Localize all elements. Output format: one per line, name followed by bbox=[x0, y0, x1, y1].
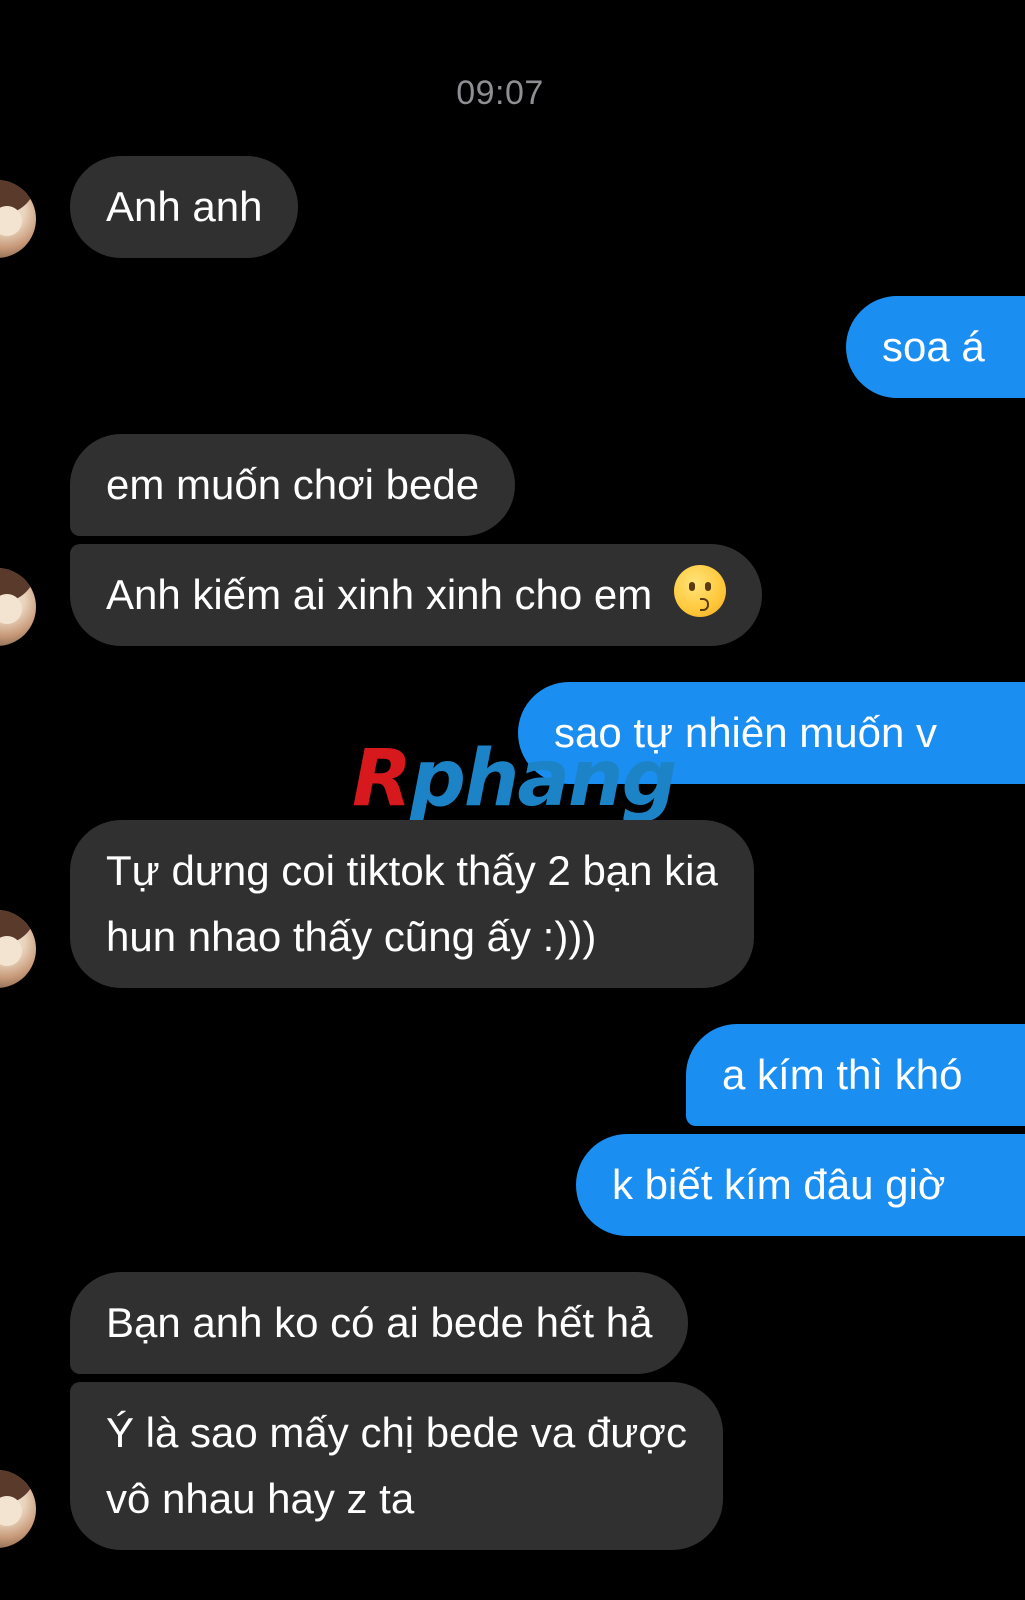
message-bubble-outgoing[interactable]: soa á bbox=[846, 296, 1025, 398]
message-text: k biết kím đâu giờ bbox=[612, 1161, 946, 1208]
message-bubble-incoming[interactable]: Tự dưng coi tiktok thấy 2 bạn kia hun nh… bbox=[70, 820, 754, 988]
message-text-line: Ý là sao mấy chị bede va được bbox=[106, 1409, 687, 1456]
message-text: Bạn anh ko có ai bede hết hả bbox=[106, 1299, 653, 1346]
message-bubble-outgoing[interactable]: k biết kím đâu giờ bbox=[576, 1134, 1025, 1236]
message-text: Anh anh bbox=[106, 183, 263, 230]
watermark-logo: Rphang bbox=[352, 740, 677, 818]
message-text-line: Tự dưng coi tiktok thấy 2 bạn kia bbox=[106, 847, 718, 894]
contact-avatar[interactable] bbox=[0, 910, 36, 988]
message-text-line: vô nhau hay z ta bbox=[106, 1475, 415, 1522]
watermark-first-letter: R bbox=[352, 734, 412, 824]
kissing-face-emoji bbox=[673, 565, 726, 617]
contact-avatar[interactable] bbox=[0, 180, 36, 258]
chat-timestamp: 09:07 bbox=[456, 74, 544, 112]
message-bubble-incoming[interactable]: em muốn chơi bede bbox=[70, 434, 516, 536]
message-bubble-incoming[interactable]: Bạn anh ko có ai bede hết hả bbox=[70, 1272, 689, 1374]
contact-avatar[interactable] bbox=[0, 568, 36, 646]
message-text: Anh kiếm ai xinh xinh cho em bbox=[106, 571, 653, 618]
message-text: soa á bbox=[882, 323, 985, 370]
message-text-line: hun nhao thấy cũng ấy :))) bbox=[106, 913, 597, 960]
message-text: em muốn chơi bede bbox=[106, 461, 480, 508]
message-bubble-incoming[interactable]: Ý là sao mấy chị bede va được vô nhau ha… bbox=[70, 1382, 723, 1550]
contact-avatar[interactable] bbox=[0, 1470, 36, 1548]
message-bubble-outgoing[interactable]: a kím thì khó bbox=[686, 1024, 1025, 1126]
message-bubble-incoming[interactable]: Anh anh bbox=[70, 156, 299, 258]
message-bubble-incoming[interactable]: Anh kiếm ai xinh xinh cho em bbox=[70, 544, 762, 646]
message-text: a kím thì khó bbox=[722, 1051, 963, 1098]
watermark-rest: phang bbox=[410, 734, 677, 824]
